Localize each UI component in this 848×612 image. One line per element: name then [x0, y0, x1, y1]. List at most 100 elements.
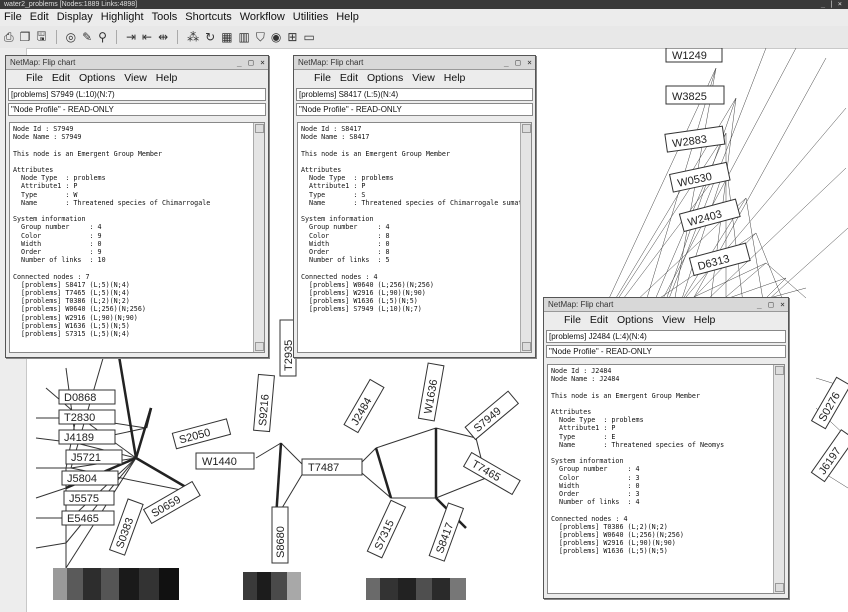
flip-menu-options[interactable]: Options	[79, 70, 115, 86]
flip-profile-field[interactable]: "Node Profile" - READ-ONLY	[546, 345, 786, 358]
refresh-icon[interactable]: ↻	[205, 30, 215, 44]
flip-menu-file[interactable]: File	[564, 312, 581, 328]
target-icon[interactable]: ◉	[271, 30, 281, 44]
node-W1636[interactable]: W1636	[417, 362, 445, 422]
menu-highlight[interactable]: Highlight	[101, 9, 144, 26]
flip-chart-window-s7949[interactable]: NetMap: Flip chart _ □ × File Edit Optio…	[5, 55, 269, 358]
node-J4189[interactable]: J4189	[58, 429, 116, 445]
flip-window-buttons[interactable]: _ □ ×	[504, 56, 533, 69]
menu-help[interactable]: Help	[336, 9, 359, 26]
color-swatch-strip-left	[53, 568, 179, 600]
menu-bar: File Edit Display Highlight Tools Shortc…	[0, 9, 848, 26]
svg-text:E5465: E5465	[67, 513, 99, 525]
flip-menu-options[interactable]: Options	[617, 312, 653, 328]
pencil-icon[interactable]: ✎	[82, 30, 92, 44]
flip-window-titlebar[interactable]: NetMap: Flip chart _ □ ×	[544, 298, 788, 312]
node-S7949[interactable]: S7949	[464, 390, 520, 441]
flip-window-menu: File Edit Options View Help	[544, 312, 788, 328]
node-J5721[interactable]: J5721	[65, 449, 123, 465]
menu-file[interactable]: File	[4, 9, 22, 26]
node-T7465[interactable]: T7465	[462, 451, 521, 496]
print-icon[interactable]: ⎙	[4, 30, 14, 45]
flip-node-selector-field[interactable]: [problems] S7949 (L:10)(N:7)	[8, 88, 266, 101]
node-T7487[interactable]: T7487	[301, 458, 363, 476]
grid2-icon[interactable]: ▥	[239, 30, 250, 44]
flip-menu-view[interactable]: View	[412, 70, 435, 86]
node-S2050[interactable]: S2050	[171, 418, 232, 450]
node-W3825[interactable]: W3825	[665, 85, 725, 105]
node-S7315[interactable]: S7315	[366, 499, 407, 559]
node-W0530[interactable]: W0530	[668, 161, 731, 193]
flip-menu-options[interactable]: Options	[367, 70, 403, 86]
node-J2484[interactable]: J2484	[343, 378, 385, 434]
svg-text:D0868: D0868	[64, 392, 96, 404]
flip-chart-window-j2484[interactable]: NetMap: Flip chart _ □ × File Edit Optio…	[543, 297, 789, 599]
node-D0868[interactable]: D0868	[58, 389, 116, 405]
flip-menu-view[interactable]: View	[662, 312, 685, 328]
copy-icon[interactable]: ❐	[20, 30, 31, 44]
menu-display[interactable]: Display	[57, 9, 93, 26]
svg-text:J4189: J4189	[64, 432, 94, 444]
flip-node-selector-field[interactable]: [problems] J2484 (L:4)(N:4)	[546, 330, 786, 343]
window-icon[interactable]: ▭	[303, 30, 314, 44]
filter-icon[interactable]: ⛉	[256, 30, 265, 45]
flip-menu-edit[interactable]: Edit	[590, 312, 608, 328]
node-J5575[interactable]: J5575	[63, 490, 115, 506]
flip-menu-help[interactable]: Help	[694, 312, 716, 328]
color-swatch-strip-middle	[243, 572, 301, 600]
node-profile-text: Node Id : S8417 Node Name : S8417 This n…	[301, 125, 531, 314]
arrows-in-icon[interactable]: ⇥	[126, 30, 136, 44]
flip-window-buttons[interactable]: _ □ ×	[237, 56, 266, 69]
flip-menu-help[interactable]: Help	[444, 70, 466, 86]
menu-utilities[interactable]: Utilities	[293, 9, 328, 26]
flip-menu-edit[interactable]: Edit	[52, 70, 70, 86]
circle-icon[interactable]: ◎	[66, 30, 76, 44]
flip-scrollbar[interactable]	[773, 365, 784, 593]
node-J6197[interactable]: J6197	[810, 429, 848, 483]
node-S8680[interactable]: S8680	[271, 506, 289, 564]
arrows-lr-icon[interactable]: ⇹	[158, 30, 168, 44]
flip-profile-field[interactable]: "Node Profile" - READ-ONLY	[8, 103, 266, 116]
app-window-buttons[interactable]: _ | ×	[817, 0, 842, 9]
flip-profile-content: Node Id : S7949 Node Name : S7949 This n…	[9, 122, 265, 353]
save-icon[interactable]: 🖫	[36, 27, 46, 48]
flip-window-buttons[interactable]: _ □ ×	[757, 298, 786, 311]
grid-icon[interactable]: ▦	[221, 30, 232, 44]
node-J5804[interactable]: J5804	[61, 470, 119, 486]
flip-menu-help[interactable]: Help	[156, 70, 178, 86]
arrows-out-icon[interactable]: ⇤	[142, 30, 152, 44]
node-W2403[interactable]: W2403	[678, 198, 741, 233]
flip-menu-file[interactable]: File	[26, 70, 43, 86]
nodes-icon[interactable]: ⁂	[187, 30, 199, 44]
menu-edit[interactable]: Edit	[30, 9, 49, 26]
svg-text:W1440: W1440	[202, 456, 237, 468]
menu-shortcuts[interactable]: Shortcuts	[185, 9, 231, 26]
color-swatch-strip-right	[366, 578, 466, 600]
flip-menu-file[interactable]: File	[314, 70, 331, 86]
flip-menu-view[interactable]: View	[124, 70, 147, 86]
node-S9216[interactable]: S9216	[253, 373, 275, 433]
svg-text:W3825: W3825	[672, 91, 707, 103]
menu-tools[interactable]: Tools	[152, 9, 178, 26]
node-W1249[interactable]: W1249	[665, 48, 723, 63]
binoculars-icon[interactable]: ⚲	[98, 30, 107, 44]
flip-node-selector-field[interactable]: [problems] S8417 (L:5)(N:4)	[296, 88, 533, 101]
flip-profile-field[interactable]: "Node Profile" - READ-ONLY	[296, 103, 533, 116]
menu-workflow[interactable]: Workflow	[240, 9, 285, 26]
layout-icon[interactable]: ⊞	[287, 30, 297, 44]
node-E5465[interactable]: E5465	[61, 510, 115, 526]
flip-window-titlebar[interactable]: NetMap: Flip chart _ □ ×	[6, 56, 268, 70]
node-S8417[interactable]: S8417	[428, 502, 465, 562]
flip-chart-window-s8417[interactable]: NetMap: Flip chart _ □ × File Edit Optio…	[293, 55, 536, 358]
flip-window-titlebar[interactable]: NetMap: Flip chart _ □ ×	[294, 56, 535, 70]
node-S0383[interactable]: S0383	[108, 498, 144, 556]
flip-scrollbar[interactable]	[253, 123, 264, 352]
flip-scrollbar[interactable]	[520, 123, 531, 352]
node-T2830[interactable]: T2830	[58, 409, 116, 425]
svg-text:J5721: J5721	[71, 452, 101, 464]
app-title: water2_problems [Nodes:1889 Links:4898]	[4, 1, 138, 8]
node-S0276[interactable]: S0276	[810, 376, 848, 430]
svg-text:W1249: W1249	[672, 50, 707, 62]
node-W1440[interactable]: W1440	[195, 452, 255, 470]
flip-menu-edit[interactable]: Edit	[340, 70, 358, 86]
